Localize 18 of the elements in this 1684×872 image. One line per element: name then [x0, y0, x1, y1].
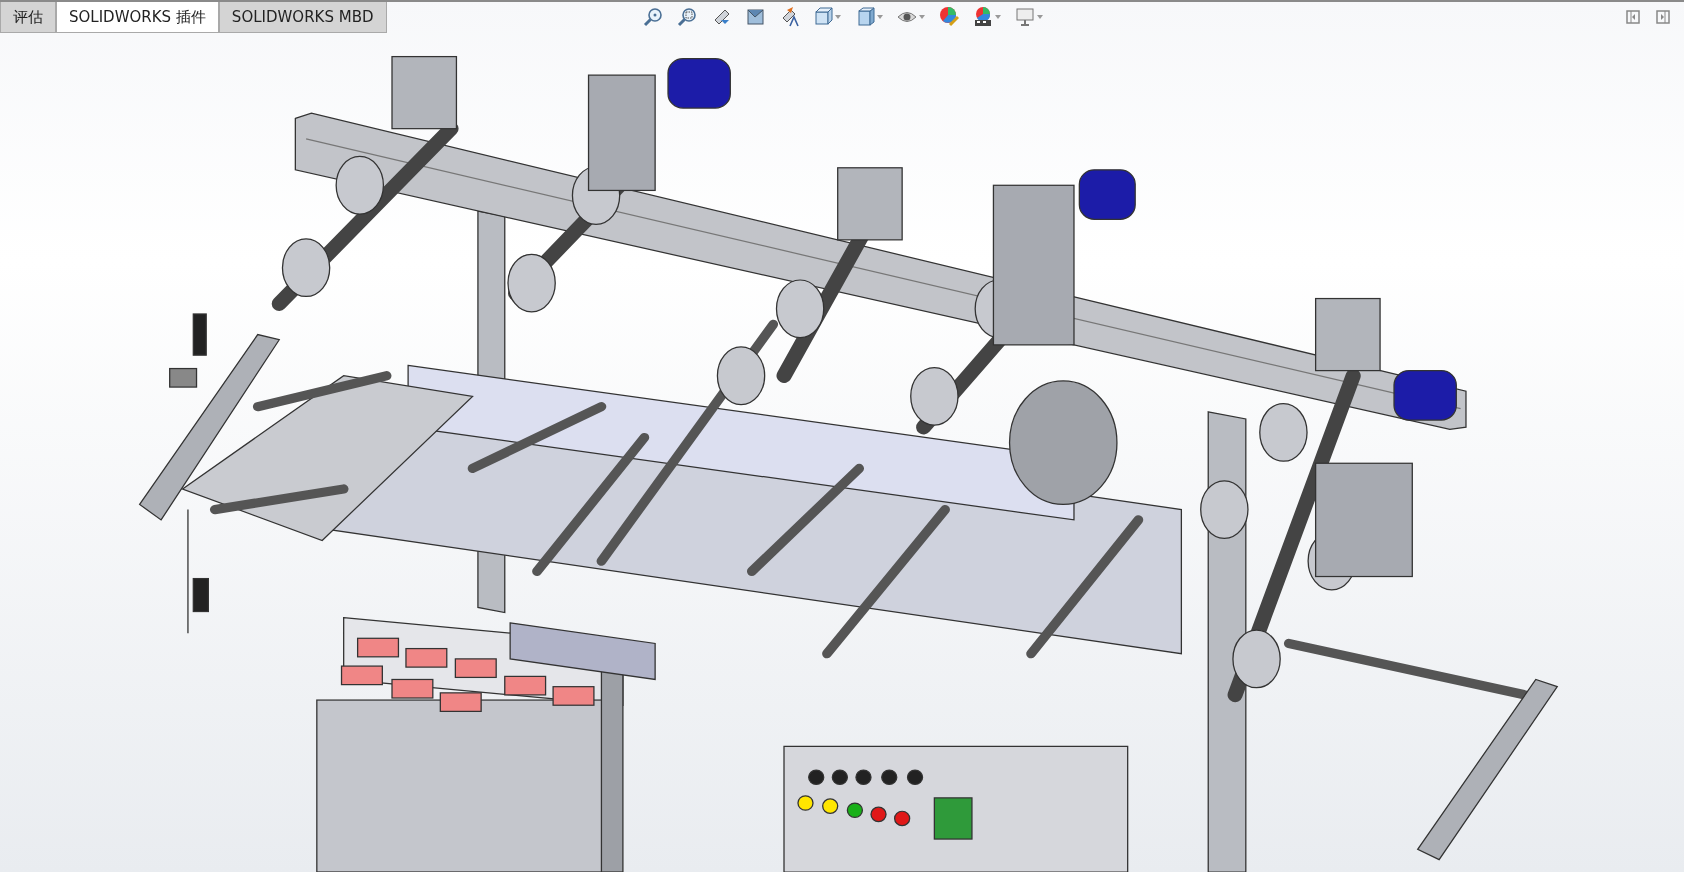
magnifier-icon: [677, 6, 697, 27]
cube-icon: [813, 6, 833, 27]
panel-left-icon[interactable]: [1626, 10, 1640, 24]
ribbon-tab[interactable]: 评估: [0, 2, 56, 33]
ribbon-tab[interactable]: SOLIDWORKS 插件: [56, 2, 219, 33]
cube-icon: [855, 6, 875, 27]
section-cube-icon: [745, 6, 765, 27]
panel-right-icon[interactable]: [1656, 10, 1670, 24]
monitor-icon: [1015, 6, 1035, 27]
caret-icon: [1037, 14, 1043, 19]
caret-icon: [919, 14, 925, 19]
magnifier-icon: [643, 6, 663, 27]
caret-icon: [995, 14, 1001, 19]
color-wheel-pencil-icon: [939, 6, 959, 27]
caret-icon: [877, 14, 883, 19]
ribbon-tab[interactable]: SOLIDWORKS MBD: [218, 2, 387, 33]
caret-icon: [835, 14, 841, 19]
color-wheel-floor-icon: [973, 6, 993, 27]
